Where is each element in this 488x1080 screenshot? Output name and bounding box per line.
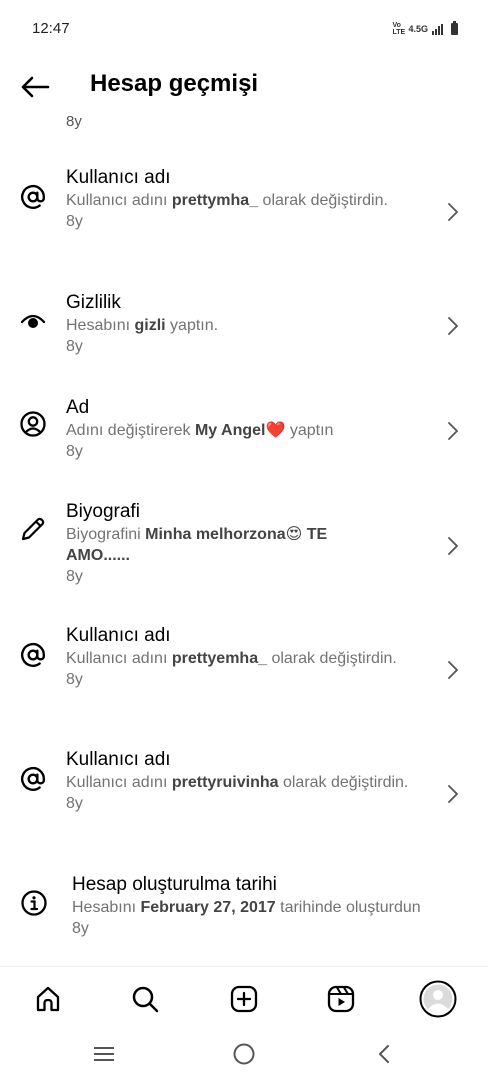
- bottom-nav: [0, 967, 488, 1027]
- network-type: 4.5G: [408, 24, 428, 34]
- chevron-right-icon: [448, 422, 458, 440]
- reels-icon: [327, 985, 355, 1013]
- create-icon: [230, 985, 258, 1013]
- item-title: Kullanıcı adı: [66, 167, 171, 188]
- recents-button[interactable]: [89, 1041, 119, 1067]
- at-sign-icon: [20, 185, 46, 209]
- chevron-right-icon: [448, 317, 458, 335]
- item-title: Biyografi: [66, 501, 140, 522]
- history-item-name[interactable]: Ad Adını değiştirerek My Angel❤️ yaptın …: [0, 396, 488, 476]
- item-description: Kullanıcı adını prettymha_ olarak değişt…: [66, 192, 388, 209]
- item-description: Kullanıcı adını prettyruivinha olarak de…: [66, 774, 409, 791]
- item-time: 8y: [66, 213, 83, 230]
- eye-icon: [20, 314, 46, 328]
- item-description: Hesabını February 27, 2017 tarihinde olu…: [72, 899, 421, 916]
- battery-icon: [451, 21, 458, 35]
- signal-icon: [432, 23, 443, 35]
- item-time: 8y: [66, 671, 83, 688]
- arrow-left-icon: [21, 76, 50, 98]
- system-nav-bar: [0, 1027, 488, 1080]
- history-item-privacy[interactable]: Gizlilik Hesabını gizli yaptın. 8y: [0, 291, 488, 371]
- user-circle-icon: [20, 411, 46, 437]
- status-bar: 12:47 Vo LTE 4.5G: [0, 0, 488, 60]
- item-title: Kullanıcı adı: [66, 749, 171, 770]
- recents-icon: [94, 1047, 114, 1061]
- volte-icon: Vo LTE: [392, 22, 406, 36]
- history-item-username[interactable]: Kullanıcı adı Kullanıcı adını prettyemha…: [0, 624, 488, 724]
- pencil-icon: [21, 517, 45, 541]
- search-icon: [132, 986, 159, 1013]
- history-item-username[interactable]: Kullanıcı adı Kullanıcı adını prettyruiv…: [0, 748, 488, 848]
- status-time: 12:47: [32, 20, 70, 37]
- back-chevron-icon: [379, 1045, 389, 1063]
- item-time: 8y: [72, 920, 89, 937]
- history-item-username[interactable]: Kullanıcı adı Kullanıcı adını prettymha_…: [0, 166, 488, 266]
- nav-reels[interactable]: [321, 979, 361, 1019]
- page-title: Hesap geçmişi: [90, 70, 259, 97]
- chevron-right-icon: [448, 785, 458, 803]
- item-time: 8y: [66, 338, 83, 355]
- at-sign-icon: [20, 643, 46, 667]
- item-time: 8y: [66, 795, 83, 812]
- home-system-button[interactable]: [229, 1041, 259, 1067]
- home-circle-icon: [233, 1043, 255, 1065]
- at-sign-icon: [20, 767, 46, 791]
- chevron-right-icon: [448, 661, 458, 679]
- item-title: Ad: [66, 397, 90, 418]
- nav-home[interactable]: [28, 979, 68, 1019]
- item-description: Adını değiştirerek My Angel❤️ yaptın: [66, 422, 334, 439]
- back-button[interactable]: [18, 70, 52, 104]
- back-system-button[interactable]: [369, 1041, 399, 1067]
- item-title: Kullanıcı adı: [66, 625, 171, 646]
- profile-avatar: [419, 980, 457, 1018]
- history-item-account-created: Hesap oluşturulma tarihi Hesabını Februa…: [0, 873, 488, 953]
- history-item-bio[interactable]: Biyografi Biyografini Minha melhorzona😍 …: [0, 500, 488, 600]
- chevron-right-icon: [448, 537, 458, 555]
- item-title: Hesap oluşturulma tarihi: [72, 874, 277, 895]
- nav-profile[interactable]: [418, 979, 458, 1019]
- nav-create[interactable]: [224, 979, 264, 1019]
- item-description: Kullanıcı adını prettyemha_ olarak değiş…: [66, 650, 397, 667]
- header: Hesap geçmişi: [0, 60, 488, 112]
- chevron-right-icon: [448, 203, 458, 221]
- item-time: 8y: [66, 568, 83, 585]
- item-description: Hesabını gizli yaptın.: [66, 317, 219, 334]
- nav-search[interactable]: [125, 979, 165, 1019]
- status-icons: Vo LTE 4.5G: [392, 21, 458, 36]
- partial-entry-time: 8y: [66, 113, 82, 130]
- item-description: Biyografini Minha melhorzona😍 TE AMO....…: [66, 526, 328, 564]
- home-icon: [36, 986, 60, 1012]
- item-time: 8y: [66, 443, 83, 460]
- info-icon: [21, 890, 47, 916]
- item-title: Gizlilik: [66, 292, 121, 313]
